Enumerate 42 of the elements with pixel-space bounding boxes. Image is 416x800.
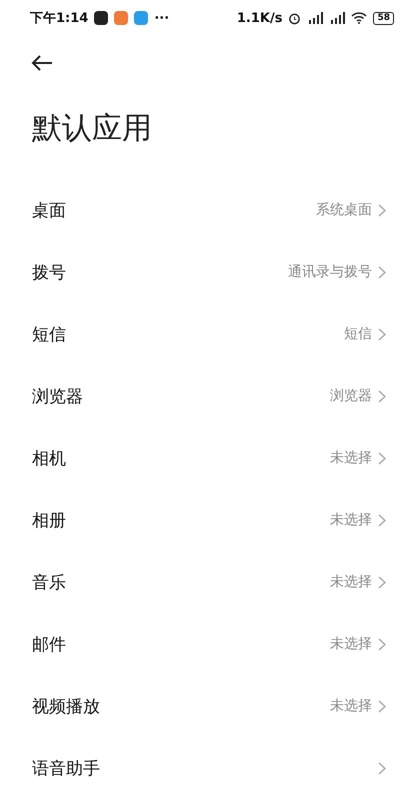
row-label[interactable]: 视频播放 <box>32 694 330 718</box>
signal-icon <box>307 12 324 24</box>
row-label[interactable]: 语音助手 <box>32 756 378 780</box>
chevron-icon <box>378 204 386 216</box>
row-label[interactable]: 桌面 <box>32 198 316 222</box>
chevron-icon <box>378 514 386 526</box>
more-notifications: ··· <box>154 10 170 26</box>
app-icon <box>114 11 128 25</box>
signal-icon <box>329 12 346 24</box>
row-value: 未选择 <box>330 449 372 467</box>
row-value: 未选择 <box>330 635 372 653</box>
chevron-icon <box>378 762 386 774</box>
row-value: 系统桌面 <box>316 201 372 219</box>
battery-icon: 58 <box>373 12 394 24</box>
page-title: 默认应用 <box>32 110 153 148</box>
chevron-icon <box>378 700 386 712</box>
chevron-icon <box>378 638 386 650</box>
row-value: 浏览器 <box>330 387 372 405</box>
chevron-icon <box>378 328 386 340</box>
back-icon[interactable] <box>30 54 54 72</box>
row-value: 未选择 <box>330 511 372 529</box>
chevron-icon <box>378 452 386 464</box>
row-label[interactable]: 音乐 <box>32 570 330 594</box>
row-value: 未选择 <box>330 697 372 715</box>
row-value: 短信 <box>344 325 372 343</box>
row-label[interactable]: 短信 <box>32 322 344 346</box>
row-label[interactable]: 浏览器 <box>32 384 330 408</box>
app-icon <box>134 11 148 25</box>
row-value: 未选择 <box>330 573 372 591</box>
chevron-icon <box>378 390 386 402</box>
chevron-icon <box>378 266 386 278</box>
row-label[interactable]: 相册 <box>32 508 330 532</box>
alarm-icon <box>288 12 302 24</box>
row-label[interactable]: 拨号 <box>32 260 288 284</box>
row-label[interactable]: 相机 <box>32 446 330 470</box>
wifi-icon <box>351 12 368 24</box>
app-icon <box>94 11 108 25</box>
network-speed: 1.1K/s <box>236 10 282 26</box>
chevron-icon <box>378 576 386 588</box>
status-time: 下午1:14 <box>30 10 88 27</box>
row-value: 通讯录与拨号 <box>288 263 372 281</box>
row-label[interactable]: 邮件 <box>32 632 330 656</box>
